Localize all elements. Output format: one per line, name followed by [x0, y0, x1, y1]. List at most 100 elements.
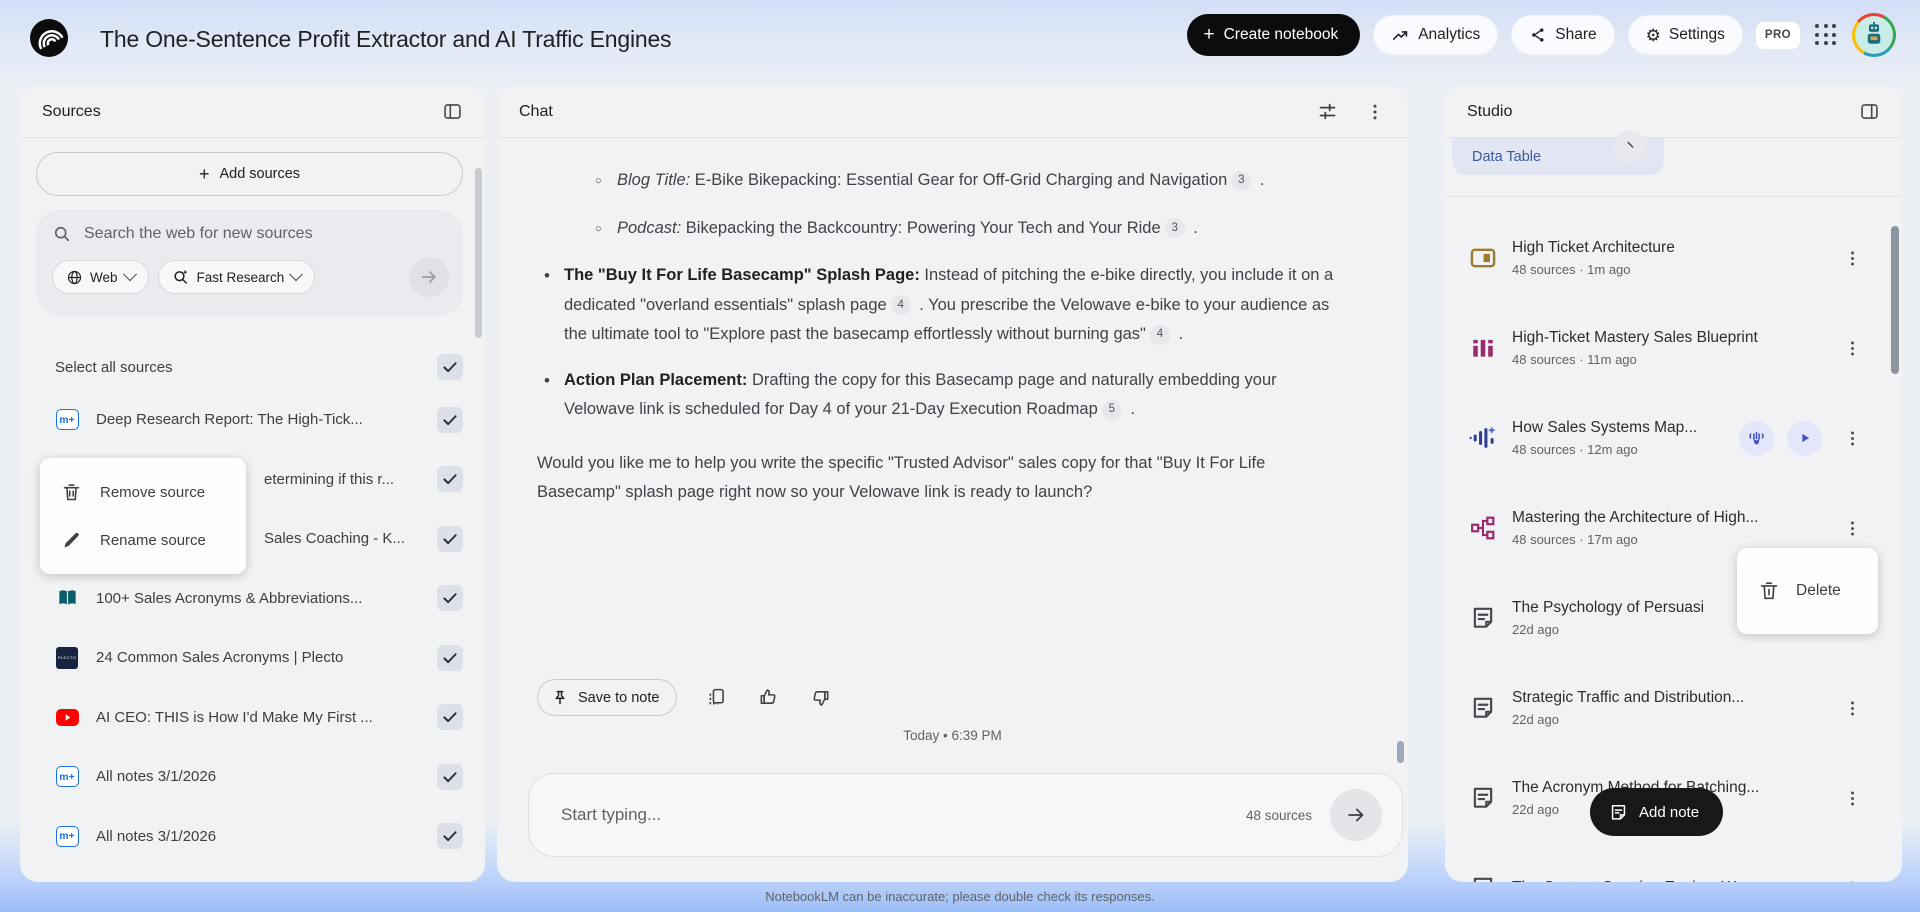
assistant-message: Blog Title: E-Bike Bikepacking: Essentia… [537, 138, 1336, 508]
globe-icon [66, 269, 83, 286]
source-checkbox[interactable] [437, 585, 463, 612]
save-to-note-button[interactable]: Save to note [537, 679, 678, 716]
book-source-icon [55, 587, 79, 610]
search-icon [52, 224, 72, 244]
studio-panel: Studio Data Table High Ticket Architectu… [1445, 86, 1902, 882]
source-row[interactable]: m+ All notes 3/1/2026 [36, 807, 463, 867]
citation-chip[interactable]: 5 [1101, 399, 1122, 420]
citation-chip[interactable]: 3 [1164, 218, 1185, 239]
add-sources-button[interactable]: + Add sources [36, 152, 463, 196]
source-row[interactable]: 100+ Sales Acronyms & Abbreviations... [36, 569, 463, 629]
trash-icon [1758, 580, 1780, 602]
report-icon [1468, 695, 1498, 721]
pro-badge: PRO [1755, 21, 1800, 49]
sources-scrollbar[interactable] [475, 168, 482, 338]
select-all-checkbox[interactable] [437, 354, 463, 380]
item-more-menu-icon[interactable] [1840, 519, 1864, 538]
chat-input[interactable] [561, 805, 1246, 825]
web-source-dropdown[interactable]: Web [52, 260, 149, 294]
add-note-button[interactable]: Add note [1590, 788, 1724, 836]
share-icon [1529, 26, 1547, 44]
studio-item-row[interactable]: The Content Creation Engine: Wee... [1468, 843, 1902, 882]
item-more-menu-icon[interactable] [1840, 249, 1864, 268]
collapse-studio-panel-icon[interactable] [1856, 99, 1882, 125]
share-button[interactable]: Share [1511, 15, 1615, 55]
studio-item-meta: 48 sources · 1m ago [1512, 262, 1631, 277]
send-button[interactable] [1330, 789, 1382, 841]
source-row[interactable]: m+ Deep Research Report: The High-Tick... [36, 390, 463, 450]
barchart-icon [1468, 335, 1498, 361]
data-table-label: Data Table [1472, 148, 1542, 165]
item-more-menu-icon[interactable] [1840, 429, 1864, 448]
thumbs-down-icon[interactable] [807, 685, 833, 711]
item-more-menu-icon[interactable] [1840, 879, 1864, 882]
analytics-button[interactable]: Analytics [1373, 15, 1499, 55]
source-title: Deep Research Report: The High-Tick... [96, 411, 363, 429]
chat-more-menu-icon[interactable] [1362, 99, 1388, 125]
select-all-label: Select all sources [55, 358, 173, 376]
report-icon [1468, 875, 1498, 882]
studio-context-menu[interactable]: Delete [1737, 548, 1878, 634]
studio-scrollbar[interactable] [1891, 226, 1899, 374]
source-checkbox[interactable] [437, 823, 463, 850]
studio-item-meta: 22d ago [1512, 712, 1559, 727]
research-mode-dropdown[interactable]: Fast Research [157, 260, 316, 294]
message-list-item: Podcast: Bikepacking the Backcountry: Po… [537, 214, 1336, 243]
source-title: All notes 3/1/2026 [96, 768, 217, 786]
source-checkbox[interactable] [437, 704, 463, 731]
add-note-label: Add note [1639, 803, 1700, 821]
search-web-input[interactable] [84, 225, 414, 243]
chat-scrollbar[interactable] [1397, 741, 1404, 763]
settings-button[interactable]: ⚙ Settings [1627, 15, 1743, 55]
source-checkbox[interactable] [437, 466, 463, 493]
studio-list: High Ticket Architecture 48 sources · 1m … [1445, 197, 1902, 882]
source-checkbox[interactable] [437, 644, 463, 671]
play-audio-button[interactable] [1787, 420, 1822, 456]
apps-grid-icon[interactable] [1813, 22, 1839, 48]
source-checkbox[interactable] [437, 525, 463, 552]
citation-chip[interactable]: 4 [890, 295, 911, 316]
notebooklm-logo-icon[interactable] [30, 19, 68, 57]
create-notebook-button[interactable]: + Create notebook [1187, 14, 1361, 56]
studio-item-row[interactable]: Strategic Traffic and Distribution... 22d… [1468, 663, 1902, 753]
plus-icon: + [1203, 24, 1215, 45]
collapse-sources-panel-icon[interactable] [439, 99, 465, 125]
studio-item-row[interactable]: How Sales Systems Map... 48 sources · 12m… [1468, 393, 1902, 483]
robot-avatar-image [1855, 16, 1893, 54]
plecto-source-icon: PLECTO [55, 646, 79, 669]
citation-chip[interactable]: 4 [1149, 324, 1170, 345]
studio-item-row[interactable]: High-Ticket Mastery Sales Blueprint 48 so… [1468, 303, 1902, 393]
remove-source-menu-item[interactable]: Remove source [40, 468, 246, 516]
source-row[interactable]: PLECTO 24 Common Sales Acronyms | Plecto [36, 628, 463, 688]
item-more-menu-icon[interactable] [1840, 699, 1864, 718]
copy-icon[interactable] [703, 685, 729, 711]
pencil-icon [61, 530, 82, 551]
studio-item-meta: 48 sources · 17m ago [1512, 532, 1638, 547]
source-row[interactable]: AI CEO: THIS is How I'd Make My First ..… [36, 688, 463, 748]
studio-item-row[interactable]: High Ticket Architecture 48 sources · 1m … [1468, 213, 1902, 303]
source-checkbox[interactable] [437, 406, 463, 433]
studio-item-title: Mastering the Architecture of High... [1512, 509, 1759, 526]
chevron-down-icon [289, 267, 304, 282]
chat-settings-icon[interactable] [1314, 99, 1340, 125]
submit-search-button[interactable] [409, 257, 449, 297]
source-title: 100+ Sales Acronyms & Abbreviations... [96, 589, 363, 607]
item-more-menu-icon[interactable] [1840, 339, 1864, 358]
source-checkbox[interactable] [437, 763, 463, 790]
web-label: Web [90, 269, 118, 285]
user-avatar[interactable] [1852, 13, 1896, 57]
citation-chip[interactable]: 3 [1231, 170, 1252, 191]
top-bar: The One-Sentence Profit Extractor and AI… [0, 0, 1920, 70]
source-title: AI CEO: THIS is How I'd Make My First ..… [96, 708, 373, 726]
studio-item-title: The Content Creation Engine: Wee... [1512, 879, 1840, 882]
expand-chip-button[interactable] [1613, 130, 1647, 164]
rename-source-menu-item[interactable]: Rename source [40, 516, 246, 564]
add-sources-label: Add sources [219, 166, 301, 182]
interactive-mode-button[interactable] [1739, 420, 1774, 456]
source-row[interactable]: m+ All notes 3/1/2026 [36, 747, 463, 807]
notebook-title[interactable]: The One-Sentence Profit Extractor and AI… [100, 26, 672, 53]
item-more-menu-icon[interactable] [1840, 789, 1864, 808]
thumbs-up-icon[interactable] [755, 685, 781, 711]
message-list-item: The "Buy It For Life Basecamp" Splash Pa… [537, 261, 1336, 350]
select-all-sources-row: Select all sources [36, 344, 463, 390]
